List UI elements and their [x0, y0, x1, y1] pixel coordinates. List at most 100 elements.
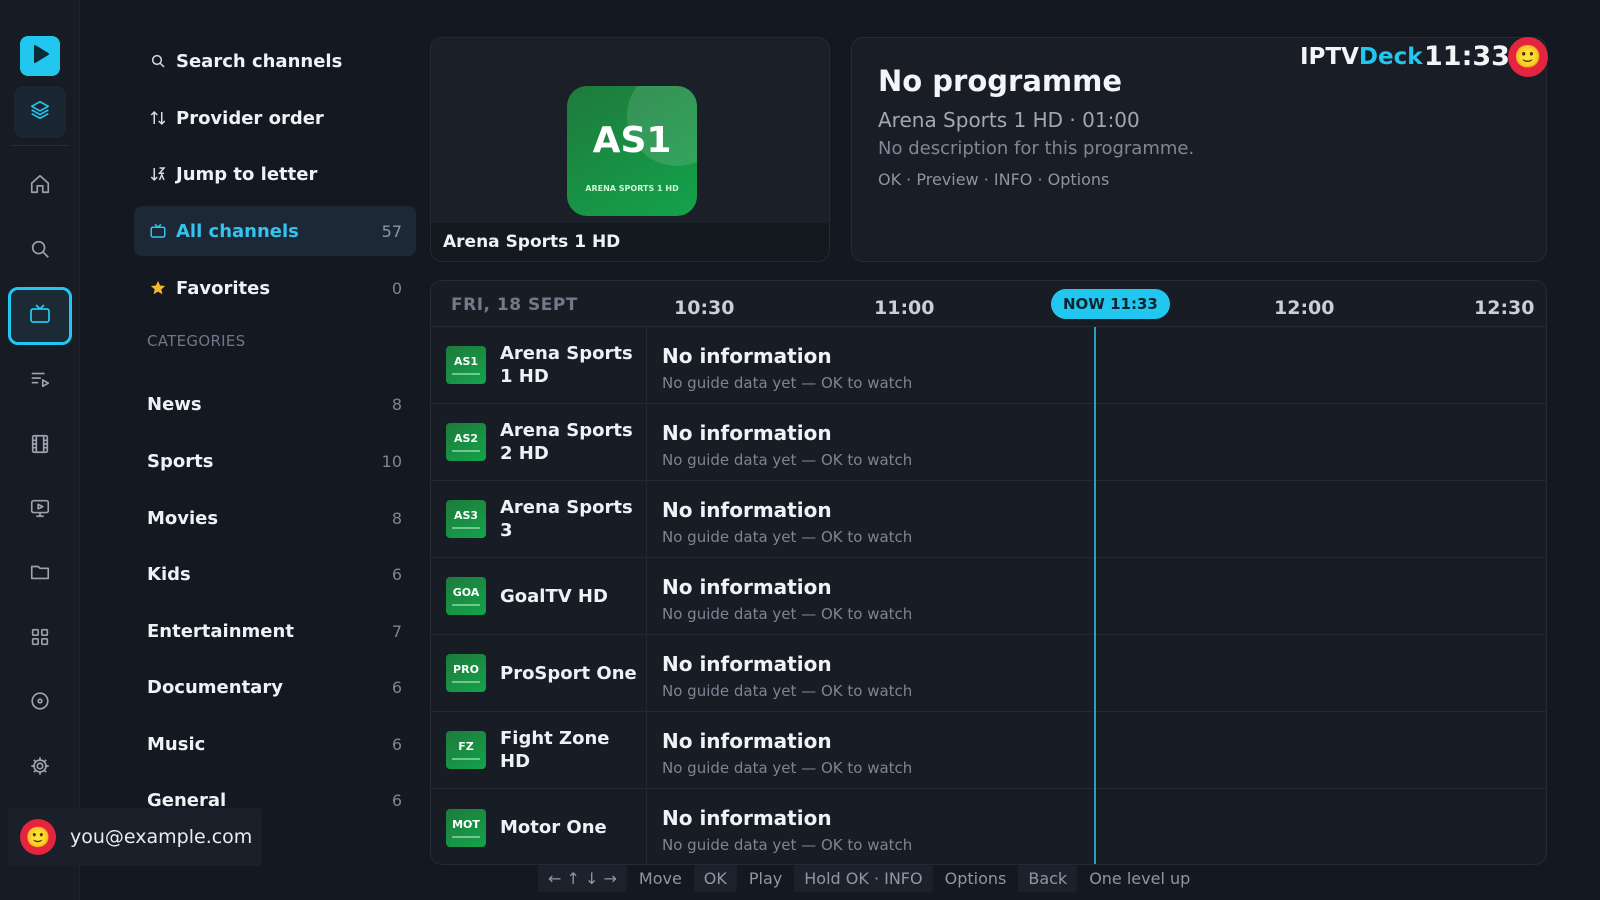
guide-channel[interactable]: AS2 Arena Sports 2 HD	[431, 404, 647, 480]
hint-key: Hold OK · INFO	[794, 864, 933, 892]
rail-media-button[interactable]	[14, 677, 66, 729]
guide-row[interactable]: AS1 Arena Sports 1 HD No information No …	[431, 327, 1546, 404]
rail-settings-button[interactable]	[14, 742, 66, 794]
time-label: 10:30	[674, 297, 735, 319]
channel-logo: AS3	[446, 500, 486, 538]
guide-channel[interactable]: PRO ProSport One	[431, 635, 647, 711]
programme-subtitle: Arena Sports 1 HD · 01:00	[878, 108, 1140, 132]
avatar: 🙂	[20, 819, 56, 855]
category-label: Kids	[147, 563, 191, 585]
guide-row[interactable]: AS3 Arena Sports 3 No information No gui…	[431, 481, 1546, 558]
category-documentary[interactable]: Documentary 6	[134, 667, 416, 707]
time-label: 11:00	[874, 297, 935, 319]
rail-movies-button[interactable]	[14, 420, 66, 472]
tv-icon	[28, 302, 52, 330]
guide-channel[interactable]: AS3 Arena Sports 3	[431, 481, 647, 557]
time-label: 12:30	[1474, 297, 1535, 319]
category-label: Documentary	[147, 676, 283, 698]
film-icon	[29, 433, 51, 459]
rail-search-button[interactable]	[14, 225, 66, 277]
user-email: you@example.com	[70, 826, 253, 848]
guide-channel[interactable]: MOT Motor One	[431, 789, 647, 864]
hint-key: ← ↑ ↓ →	[538, 864, 627, 892]
favorites-item[interactable]: Favorites 0	[134, 263, 416, 313]
rail-files-button[interactable]	[14, 548, 66, 600]
channel-logo-text: AS1	[453, 355, 479, 368]
app-logo[interactable]	[20, 36, 60, 76]
grid-icon	[29, 626, 51, 652]
monitor-play-icon	[29, 497, 51, 523]
guide-channel[interactable]: AS1 Arena Sports 1 HD	[431, 327, 647, 403]
guide-row[interactable]: PRO ProSport One No information No guide…	[431, 635, 1546, 712]
category-movies[interactable]: Movies 8	[134, 498, 416, 538]
category-count: 6	[391, 734, 402, 754]
sort-alpha-icon	[148, 165, 168, 183]
brand-logo: IPTVDeck	[1300, 44, 1423, 70]
category-news[interactable]: News 8	[134, 384, 416, 424]
channel-preview[interactable]: AS1 ARENA SPORTS 1 HD Arena Sports 1 HD	[430, 37, 830, 262]
time-label: 12:00	[1274, 297, 1335, 319]
rail-playlist-button[interactable]	[14, 355, 66, 407]
guide-row[interactable]: GOA GoalTV HD No information No guide da…	[431, 558, 1546, 635]
category-entertainment[interactable]: Entertainment 7	[134, 611, 416, 651]
hint-key: OK	[693, 864, 737, 892]
user-account-chip[interactable]: 🙂 you@example.com	[8, 808, 262, 866]
programme-title: No information	[662, 652, 832, 676]
search-icon	[148, 53, 168, 69]
logo-strip	[452, 835, 480, 838]
programme-title: No information	[662, 344, 832, 368]
channel-name: Arena Sports 3	[500, 497, 633, 541]
category-count: 6	[391, 677, 402, 697]
rail-live-tv-button[interactable]	[8, 287, 72, 345]
programme-title: No information	[662, 498, 832, 522]
guide-row[interactable]: MOT Motor One No information No guide da…	[431, 789, 1546, 864]
guide-row[interactable]: AS2 Arena Sports 2 HD No information No …	[431, 404, 1546, 481]
now-badge: NOW 11:33	[1051, 289, 1170, 319]
channel-logo-text: AS2	[453, 432, 479, 445]
channel-logo: AS2	[446, 423, 486, 461]
key-hints-bar: ← ↑ ↓ → Move OK Play Hold OK · INFO Opti…	[538, 864, 1202, 892]
rail-series-button[interactable]	[14, 484, 66, 536]
sort-icon	[148, 109, 168, 127]
provider-order-item[interactable]: Provider order	[134, 93, 416, 143]
guide-channel[interactable]: GOA GoalTV HD	[431, 558, 647, 634]
programme-title: No information	[662, 575, 832, 599]
programme-title: No information	[662, 729, 832, 753]
rail-apps-button[interactable]	[14, 613, 66, 665]
home-icon	[29, 173, 51, 199]
category-count: 8	[391, 394, 402, 414]
channel-name: ProSport One	[500, 662, 637, 684]
all-channels-item[interactable]: All channels 57	[134, 206, 416, 256]
hint-label: Options	[944, 868, 1007, 888]
logo-strip	[452, 373, 480, 375]
category-sports[interactable]: Sports 10	[134, 441, 416, 481]
nav-rail	[0, 0, 80, 900]
channel-logo-text: AS1	[592, 120, 672, 161]
guide-channel[interactable]: FZ Fight Zone HD	[431, 712, 647, 788]
programme-subtitle: No guide data yet — OK to watch	[662, 374, 913, 392]
settings-icon	[29, 755, 51, 781]
profile-avatar[interactable]: 🙂	[1508, 37, 1548, 77]
clock: 11:33	[1424, 41, 1510, 72]
programme-title: No information	[662, 421, 832, 445]
playlist-icon	[29, 368, 51, 394]
favorites-count: 0	[391, 278, 402, 298]
channel-logo-text: PRO	[453, 663, 479, 676]
rail-home-button[interactable]	[14, 160, 66, 212]
search-channels-label: Search channels	[176, 50, 343, 72]
hint-key: Back	[1018, 864, 1078, 892]
programme-subtitle: No guide data yet — OK to watch	[662, 605, 913, 623]
preview-channel-name: Arena Sports 1 HD	[431, 223, 829, 261]
search-channels-item[interactable]: Search channels	[134, 36, 416, 86]
jump-to-letter-item[interactable]: Jump to letter	[134, 149, 416, 199]
logo-strip	[452, 758, 480, 760]
logo-strip	[452, 527, 480, 529]
all-channels-count: 57	[381, 221, 402, 241]
guide-row[interactable]: FZ Fight Zone HD No information No guide…	[431, 712, 1546, 789]
rail-layers-button[interactable]	[14, 86, 66, 138]
star-icon	[148, 279, 168, 297]
category-kids[interactable]: Kids 6	[134, 554, 416, 594]
channel-logo-text: AS3	[453, 509, 479, 522]
category-label: News	[147, 393, 202, 415]
category-music[interactable]: Music 6	[134, 724, 416, 764]
